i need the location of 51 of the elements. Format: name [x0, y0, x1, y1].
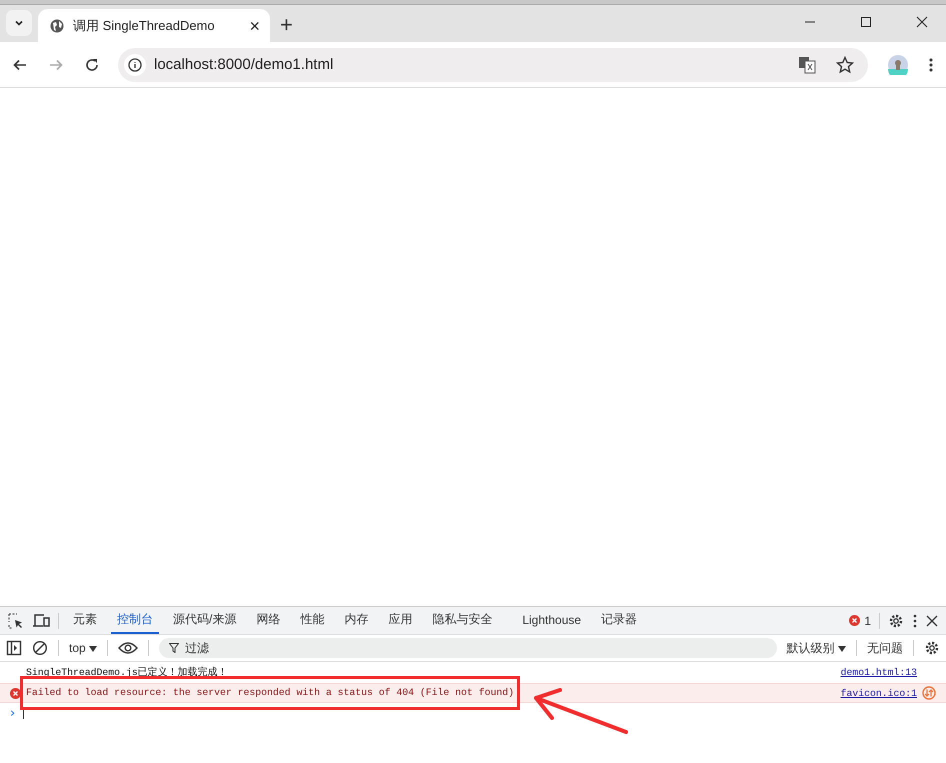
devtools-tab[interactable]: 应用 [382, 607, 418, 634]
maximize-icon[interactable] [860, 16, 872, 28]
chevron-down-icon [14, 18, 24, 28]
error-count-badge[interactable]: 1 [849, 614, 871, 628]
avatar-icon[interactable] [888, 54, 908, 74]
devtools-tab[interactable]: 控制台 [111, 607, 159, 634]
devtools-tab[interactable]: Lighthouse [516, 607, 588, 634]
close-icon[interactable] [916, 16, 928, 28]
tab-search-button[interactable] [6, 10, 32, 36]
settings-icon[interactable] [924, 640, 940, 656]
log-levels-dropdown[interactable]: 默认级别 [786, 640, 846, 656]
browser-tab[interactable]: 调用 SingleThreadDemo × [38, 9, 270, 42]
tab-title: 调用 SingleThreadDemo [73, 16, 216, 34]
devtools-tab[interactable]: 内存 [338, 607, 374, 634]
devtools-tab[interactable]: 源代码/来源 [167, 607, 242, 634]
prompt-chevron: › [10, 706, 16, 720]
info-icon [124, 54, 146, 76]
dropdown-icon [838, 646, 846, 652]
devtools-tab[interactable]: 记录器 [595, 607, 644, 634]
tab-close-button[interactable]: × [249, 16, 260, 34]
more-options-icon[interactable] [912, 612, 918, 628]
dropdown-icon [89, 646, 98, 652]
menu-icon[interactable] [928, 56, 934, 72]
inspect-icon[interactable] [8, 612, 24, 628]
error-icon [849, 615, 860, 626]
sidebar-icon[interactable] [6, 640, 22, 656]
source-link[interactable]: favicon.ico:1 [840, 688, 917, 698]
devtools-tab[interactable]: 元素 [67, 607, 103, 634]
new-tab-button[interactable]: + [280, 14, 293, 36]
devtools-tab[interactable]: 网络 [250, 607, 286, 634]
eye-icon[interactable] [118, 641, 138, 655]
devtools-tab[interactable]: 性能 [294, 607, 330, 634]
filter-field[interactable]: 过滤 [159, 638, 777, 658]
console-message: SingleThreadDemo.js已定义！加载完成！ [26, 666, 228, 680]
source-link[interactable]: demo1.html:13 [840, 667, 917, 678]
translate-icon[interactable] [798, 56, 816, 74]
reload-icon[interactable] [84, 56, 100, 72]
issues-button[interactable]: 无问题 [867, 640, 903, 656]
globe-icon [50, 18, 64, 32]
device-toolbar-icon[interactable] [32, 612, 50, 628]
url-text: localhost:8000/demo1.html [154, 56, 334, 73]
settings-icon[interactable] [888, 612, 904, 628]
console-message: Failed to load resource: the server responded with a status of 404 (File not found) [26, 686, 514, 700]
address-bar[interactable]: localhost:8000/demo1.html [118, 48, 868, 82]
star-icon[interactable] [836, 56, 854, 74]
context-dropdown[interactable]: top [69, 641, 98, 655]
network-request-icon[interactable] [922, 686, 936, 700]
error-icon [10, 688, 21, 698]
devtools-tab[interactable]: 隐私与安全 [426, 607, 498, 634]
clear-console-icon[interactable] [32, 640, 48, 656]
close-icon[interactable] [926, 614, 938, 626]
